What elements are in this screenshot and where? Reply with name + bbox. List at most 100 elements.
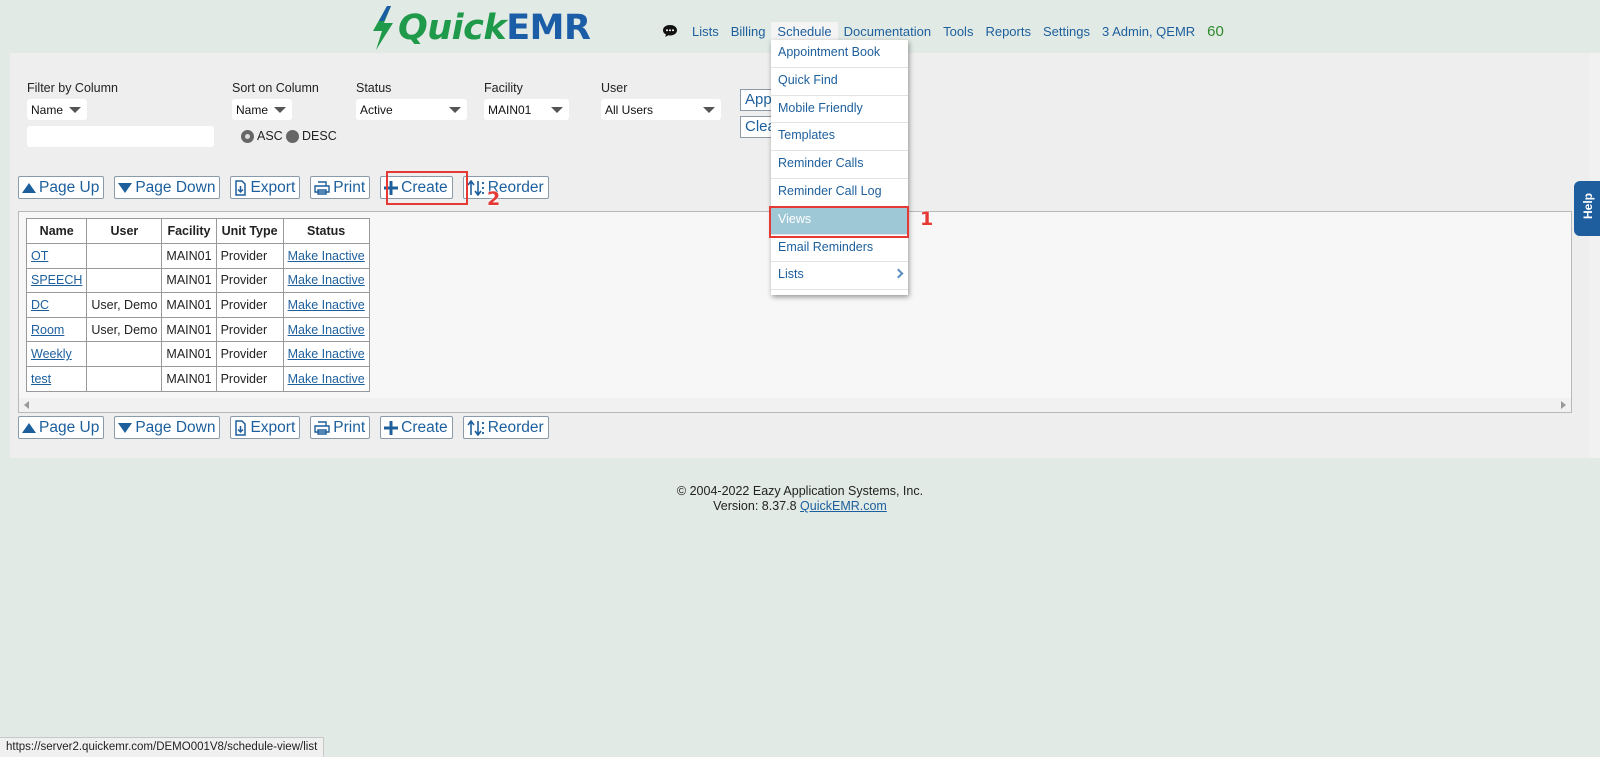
menu-item-appointment-book[interactable]: Appointment Book — [771, 40, 908, 68]
triangle-up-icon — [22, 182, 36, 193]
make-inactive-link[interactable]: Make Inactive — [288, 347, 365, 361]
user-cell — [86, 267, 163, 294]
table-header-row: Name User Facility Unit Type Status — [25, 218, 370, 244]
sort-on-column-label: Sort on Column — [232, 81, 319, 95]
view-name-link[interactable]: test — [31, 372, 51, 386]
make-inactive-link[interactable]: Make Inactive — [288, 372, 365, 386]
plus-icon — [384, 420, 399, 435]
table-row: SPEECH MAIN01 Provider Make Inactive — [25, 267, 370, 294]
status-select[interactable]: Active — [356, 99, 467, 120]
unit-type-cell: Provider — [215, 365, 284, 392]
sort-column-select[interactable]: Name — [232, 99, 292, 120]
menu-item-reminder-calls[interactable]: Reminder Calls — [771, 151, 908, 179]
facility-select[interactable]: MAIN01 — [484, 99, 569, 120]
page-up-button[interactable]: Page Up — [18, 176, 105, 199]
facility-cell: MAIN01 — [161, 316, 217, 343]
version-text: Version: 8.37.8 — [713, 499, 797, 513]
quickemr-logo[interactable]: QuickEMR — [370, 6, 591, 50]
chevron-down-icon — [551, 107, 563, 113]
column-header-unit-type[interactable]: Unit Type — [215, 218, 284, 244]
chevron-right-icon — [893, 268, 904, 279]
view-name-link[interactable]: OT — [31, 249, 48, 263]
nav-user-account[interactable]: 3 Admin, QEMR — [1096, 22, 1201, 41]
scroll-left-icon[interactable] — [24, 401, 29, 409]
make-inactive-link[interactable]: Make Inactive — [288, 323, 365, 337]
nav-tools[interactable]: Tools — [937, 22, 979, 41]
filter-text-input[interactable] — [27, 126, 214, 147]
copyright-text: © 2004-2022 Eazy Application Systems, In… — [676, 484, 924, 498]
menu-item-mobile-friendly[interactable]: Mobile Friendly — [771, 96, 908, 124]
unit-type-cell: Provider — [215, 267, 284, 294]
reorder-button[interactable]: Reorder — [462, 416, 549, 439]
nav-settings[interactable]: Settings — [1037, 22, 1096, 41]
views-table: Name User Facility Unit Type Status OT M… — [25, 218, 370, 392]
notification-count[interactable]: 60 — [1207, 23, 1224, 40]
menu-item-templates[interactable]: Templates — [771, 123, 908, 152]
view-name-link[interactable]: DC — [31, 298, 49, 312]
radio-unselected-icon — [286, 129, 299, 143]
menu-item-quick-find[interactable]: Quick Find — [771, 68, 908, 96]
browser-status-url: https://server2.quickemr.com/DEMO001V8/s… — [0, 737, 325, 757]
table-row: test MAIN01 Provider Make Inactive — [25, 365, 370, 392]
reorder-button[interactable]: Reorder — [462, 176, 549, 199]
nav-lists[interactable]: Lists — [686, 22, 725, 41]
column-header-name[interactable]: Name — [25, 218, 88, 244]
logo-text: QuickEMR — [398, 8, 591, 48]
user-select[interactable]: All Users — [601, 99, 721, 120]
quickemr-link[interactable]: QuickEMR.com — [800, 499, 887, 513]
column-header-status[interactable]: Status — [282, 218, 370, 244]
export-file-icon — [235, 419, 247, 436]
export-button[interactable]: Export — [230, 176, 301, 199]
export-button[interactable]: Export — [230, 416, 301, 439]
nav-billing[interactable]: Billing — [725, 22, 772, 41]
chat-icon[interactable] — [662, 24, 678, 38]
triangle-up-icon — [22, 422, 36, 433]
column-header-facility[interactable]: Facility — [161, 218, 217, 244]
print-button[interactable]: Print — [310, 176, 371, 199]
user-cell — [86, 243, 163, 269]
chevron-down-icon — [449, 107, 461, 113]
page-down-button[interactable]: Page Down — [114, 416, 221, 439]
view-name-link[interactable]: Weekly — [31, 347, 72, 361]
top-navigation: Lists Billing Schedule Documentation Too… — [662, 21, 1224, 41]
nav-reports[interactable]: Reports — [979, 22, 1037, 41]
page-down-button[interactable]: Page Down — [114, 176, 221, 199]
menu-item-lists[interactable]: Lists — [771, 262, 908, 291]
filter-column-select[interactable]: Name — [27, 99, 87, 120]
column-header-user[interactable]: User — [86, 218, 163, 244]
make-inactive-link[interactable]: Make Inactive — [288, 298, 365, 312]
facility-cell: MAIN01 — [161, 267, 217, 294]
user-cell — [86, 365, 163, 392]
chevron-down-icon — [274, 107, 286, 113]
triangle-down-icon — [118, 182, 133, 193]
vertical-scrollbar[interactable] — [1590, 53, 1600, 458]
create-button[interactable]: Create — [380, 416, 453, 439]
status-label: Status — [356, 81, 392, 95]
view-name-link[interactable]: Room — [31, 323, 64, 337]
user-label: User — [601, 81, 628, 95]
page-up-button[interactable]: Page Up — [18, 416, 105, 439]
horizontal-scrollbar[interactable] — [19, 398, 1571, 412]
print-icon — [314, 180, 330, 195]
chevron-down-icon — [703, 107, 715, 113]
view-name-link[interactable]: SPEECH — [31, 273, 82, 287]
nav-schedule[interactable]: Schedule — [771, 21, 838, 41]
facility-label: Facility — [484, 81, 523, 95]
table-row: DC User, Demo MAIN01 Provider Make Inact… — [25, 292, 370, 318]
annotation-highlight-create — [386, 171, 468, 205]
reorder-arrows-icon — [467, 179, 484, 196]
user-cell — [86, 341, 163, 367]
sort-asc-radio[interactable]: ASC — [241, 129, 283, 143]
table-row: OT MAIN01 Provider Make Inactive — [25, 243, 370, 269]
menu-item-reminder-call-log[interactable]: Reminder Call Log — [771, 179, 908, 207]
facility-cell: MAIN01 — [161, 292, 217, 318]
scroll-right-icon[interactable] — [1561, 401, 1566, 409]
make-inactive-link[interactable]: Make Inactive — [288, 273, 365, 287]
version-line: Version: 8.37.8 QuickEMR.com — [0, 499, 1600, 514]
make-inactive-link[interactable]: Make Inactive — [288, 249, 365, 263]
menu-item-email-reminders[interactable]: Email Reminders — [771, 235, 908, 263]
sort-desc-radio[interactable]: DESC — [286, 129, 337, 143]
print-button[interactable]: Print — [310, 416, 371, 439]
nav-documentation[interactable]: Documentation — [838, 22, 937, 41]
help-tab[interactable]: Help — [1574, 181, 1600, 236]
